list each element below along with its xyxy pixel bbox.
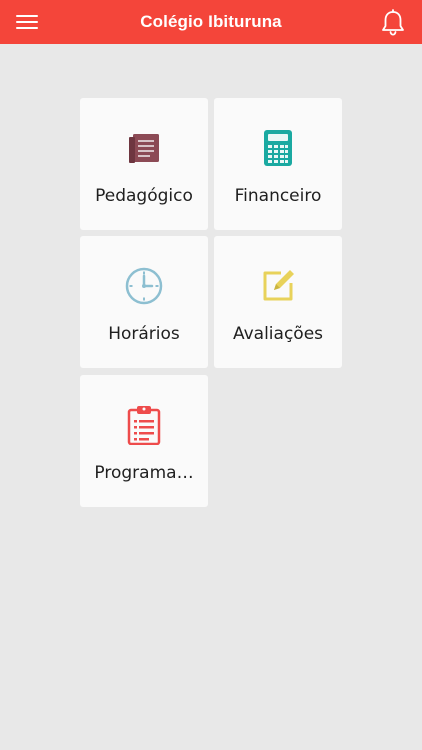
book-icon: [80, 128, 208, 168]
tile-avaliacoes[interactable]: Avaliações: [214, 236, 342, 368]
tile-label: Financeiro: [234, 186, 322, 206]
clipboard-icon: [80, 405, 208, 445]
tile-label: Horários: [108, 324, 180, 344]
tile-horarios[interactable]: Horários: [80, 236, 208, 368]
tile-pedagogico[interactable]: Pedagógico: [80, 98, 208, 230]
app-header: Colégio Ibituruna: [0, 0, 422, 44]
tile-label: Programa…: [94, 463, 194, 483]
tile-financeiro[interactable]: Financeiro: [214, 98, 342, 230]
bell-icon[interactable]: [380, 9, 406, 37]
tile-programa[interactable]: Programa…: [80, 375, 208, 507]
page-title: Colégio Ibituruna: [140, 12, 282, 31]
clock-icon: [80, 266, 208, 306]
tile-label: Pedagógico: [95, 186, 193, 206]
calculator-icon: [214, 128, 342, 168]
tile-label: Avaliações: [232, 324, 324, 344]
edit-icon: [214, 266, 342, 306]
